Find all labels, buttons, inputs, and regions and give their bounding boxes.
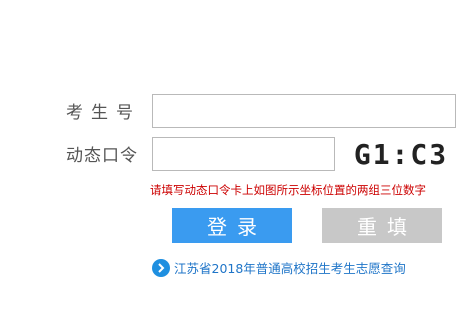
dynamic-code-input[interactable] [152, 137, 335, 171]
captcha-text: G1:C3 [353, 137, 449, 171]
reset-button[interactable]: 重填 [322, 208, 442, 243]
login-page: 考生号 动态口令 G1:C3 请填写动态口令卡上如图所示坐标位置的两组三位数字 … [0, 0, 475, 322]
login-button[interactable]: 登录 [172, 208, 292, 243]
dynamic-code-label: 动态口令 [66, 146, 138, 166]
candidate-id-label: 考生号 [66, 103, 141, 123]
candidate-id-input[interactable] [152, 94, 456, 128]
captcha-image: G1:C3 [347, 137, 455, 171]
volunteer-query-link-row[interactable]: 江苏省2018年普通高校招生考生志愿查询 [152, 258, 406, 277]
chevron-right-circle-icon [152, 258, 170, 277]
volunteer-query-link[interactable]: 江苏省2018年普通高校招生考生志愿查询 [174, 258, 406, 277]
dynamic-code-hint: 请填写动态口令卡上如图所示坐标位置的两组三位数字 [150, 183, 426, 197]
